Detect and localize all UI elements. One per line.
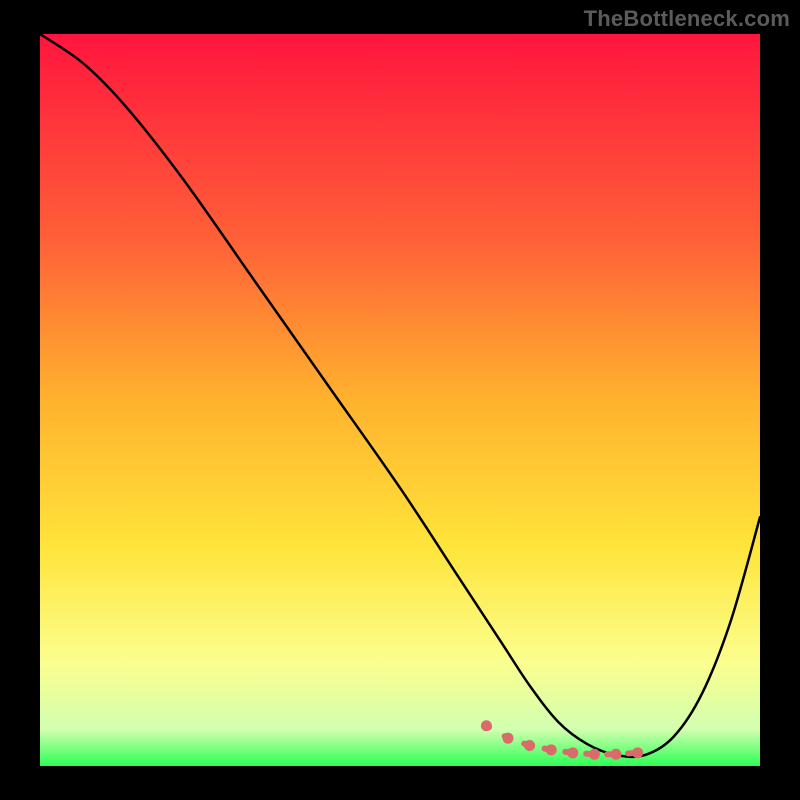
highlight-dot: [611, 749, 622, 760]
curve-layer: [40, 34, 760, 766]
highlight-dot: [546, 744, 557, 755]
watermark-text: TheBottleneck.com: [584, 6, 790, 32]
highlight-dot: [567, 747, 578, 758]
chart-container: TheBottleneck.com: [0, 0, 800, 800]
highlight-dot: [589, 749, 600, 760]
highlight-dot: [632, 747, 643, 758]
highlight-dot: [503, 733, 514, 744]
plot-area: [40, 34, 760, 766]
bottleneck-curve: [40, 34, 760, 757]
highlight-dot: [481, 720, 492, 731]
highlight-dot: [524, 740, 535, 751]
